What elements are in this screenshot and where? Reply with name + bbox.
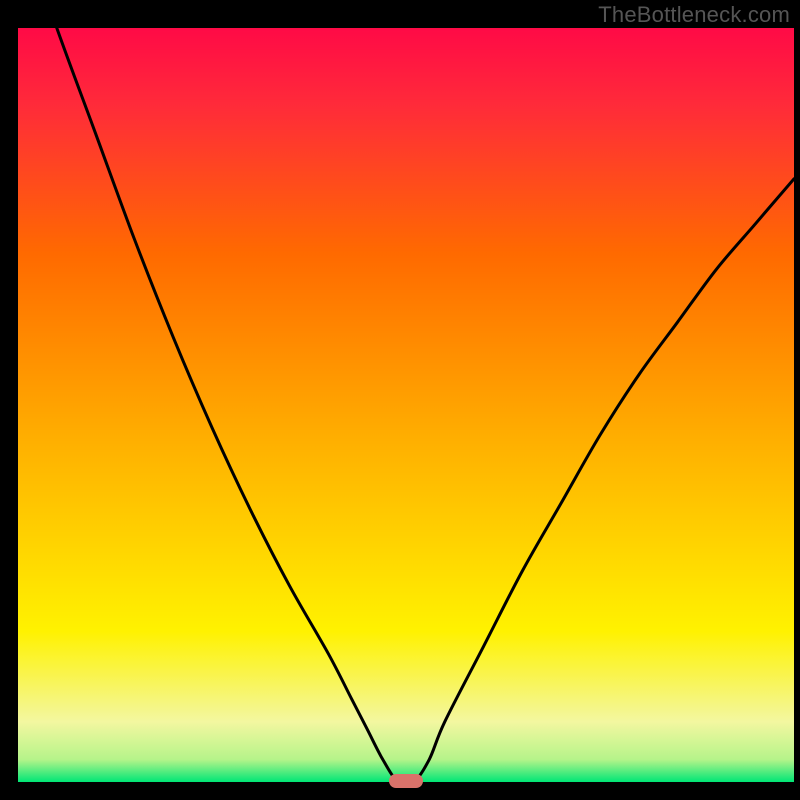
- optimal-marker: [389, 774, 423, 788]
- bottleneck-chart: TheBottleneck.com: [0, 0, 800, 800]
- chart-canvas: [0, 0, 800, 800]
- watermark-text: TheBottleneck.com: [598, 2, 790, 28]
- gradient-background: [18, 28, 794, 782]
